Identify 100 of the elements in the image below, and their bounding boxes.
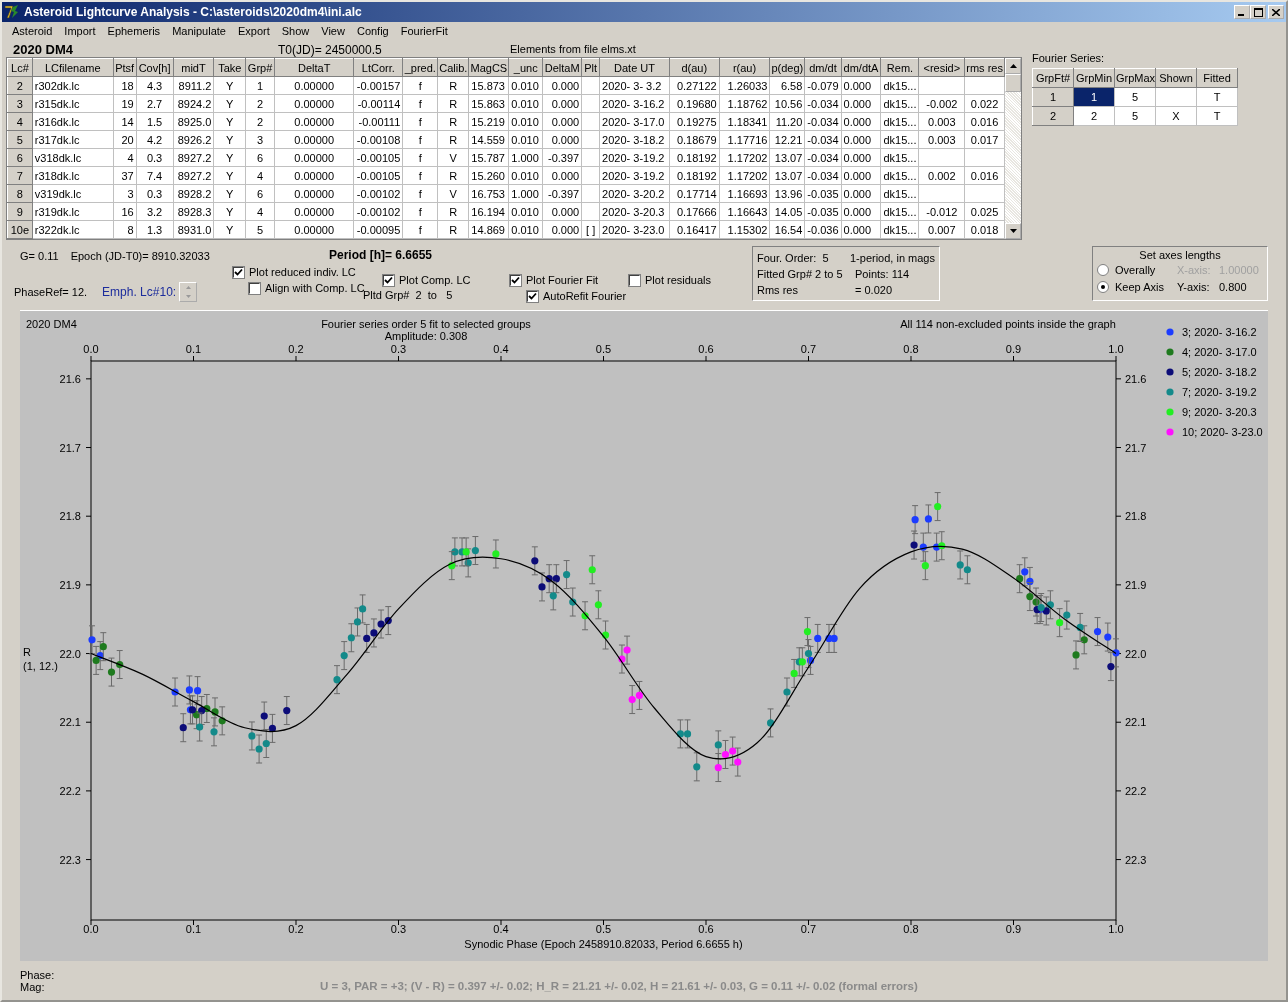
table-cell[interactable]: X xyxy=(1155,106,1197,126)
column-header[interactable]: MagCS xyxy=(468,58,509,77)
column-header[interactable]: GrpMax xyxy=(1114,68,1156,88)
scroll-thumb[interactable] xyxy=(1005,74,1021,92)
checkbox[interactable] xyxy=(629,274,640,286)
column-header[interactable]: rms res xyxy=(964,58,1005,77)
table-cell: 37 xyxy=(121,169,134,182)
checkbox[interactable] xyxy=(510,274,521,286)
table-cell: 3.2 xyxy=(146,205,163,218)
column-header[interactable]: GrpFt# xyxy=(1032,68,1074,88)
fit-info-text: = 0.020 xyxy=(855,284,892,296)
x-tick-label: 0.5 xyxy=(595,923,612,935)
table-cell: -0.00108 xyxy=(356,133,401,146)
table-cell: 0.010 xyxy=(511,133,539,146)
checkbox[interactable] xyxy=(383,274,394,286)
column-header[interactable]: GrpMin xyxy=(1073,68,1115,88)
table-cell: -0.034 xyxy=(807,133,839,146)
radio-button[interactable] xyxy=(1097,280,1109,293)
table-cell[interactable]: 5 xyxy=(1114,106,1156,126)
point xyxy=(1042,607,1050,615)
column-header[interactable]: dm/dtA xyxy=(841,58,881,77)
checkbox-label[interactable]: Plot residuals xyxy=(645,274,712,286)
table-cell: R xyxy=(449,97,458,110)
column-header[interactable]: r(au) xyxy=(719,58,770,77)
point xyxy=(268,724,277,732)
table-cell[interactable] xyxy=(1155,87,1197,107)
column-header[interactable]: Cov[h] xyxy=(136,58,173,77)
table-cell[interactable]: 2 xyxy=(1073,106,1115,126)
table-cell: 16.54 xyxy=(774,223,803,236)
column-header[interactable]: LtCorr. xyxy=(353,58,403,77)
data-point xyxy=(353,607,362,637)
table-cell: dk15... xyxy=(883,115,917,128)
menu-item[interactable]: Config xyxy=(350,25,395,37)
table-cell: 12.21 xyxy=(774,133,803,146)
vertical-scrollbar[interactable] xyxy=(1005,58,1021,239)
table-cell[interactable]: T xyxy=(1196,106,1238,126)
column-header[interactable]: Rem. xyxy=(880,58,919,77)
close-button[interactable] xyxy=(1268,5,1284,19)
column-header[interactable]: p(deg) xyxy=(769,58,805,77)
table-cell: 0.00000 xyxy=(294,133,335,146)
column-header[interactable]: midT xyxy=(173,58,214,77)
menu-item[interactable]: Ephemeris xyxy=(101,25,167,37)
checkbox-label[interactable]: Align with Comp. LC xyxy=(265,282,365,294)
column-header[interactable]: Take xyxy=(213,58,246,77)
table-cell[interactable]: 5 xyxy=(1114,87,1156,107)
column-header[interactable]: DeltaT xyxy=(274,58,354,77)
point xyxy=(803,627,812,636)
menu-item[interactable]: View xyxy=(315,25,351,37)
checkbox-label[interactable]: Plot Comp. LC xyxy=(399,274,471,286)
checkbox-label[interactable]: Plot Fourier Fit xyxy=(526,274,599,286)
column-header[interactable]: Fitted xyxy=(1196,68,1238,88)
table-cell: -0.079 xyxy=(807,79,839,92)
menu-item[interactable]: Show xyxy=(275,25,316,37)
plot-object-name: 2020 DM4 xyxy=(26,318,77,330)
column-header[interactable]: Calib. xyxy=(437,58,469,77)
column-header[interactable]: LCfilename xyxy=(32,58,114,77)
table-cell: V xyxy=(449,151,457,164)
mag-label: Mag: xyxy=(20,980,46,993)
column-header[interactable]: d(au) xyxy=(669,58,720,77)
menu-item[interactable]: Manipulate xyxy=(166,25,232,37)
x-tick-label: 1.0 xyxy=(1108,923,1124,935)
column-header[interactable]: _pred. xyxy=(402,58,438,77)
column-header[interactable]: Date UT xyxy=(599,58,670,77)
table-cell: 8911.2 xyxy=(178,79,212,92)
table-cell: 4 xyxy=(127,151,134,164)
t0-label: T0(JD)= 2450000.5 xyxy=(278,43,383,57)
table-cell: 7.4 xyxy=(146,169,163,182)
table-cell: 0.000 xyxy=(551,133,580,146)
checkbox-label[interactable]: AutoRefit Fourier xyxy=(543,290,627,302)
column-header[interactable]: Ptsf xyxy=(113,58,137,77)
x-tick-label: 0.7 xyxy=(800,923,817,935)
column-header[interactable]: Grp# xyxy=(245,58,275,77)
checkbox[interactable] xyxy=(233,266,244,278)
checkbox[interactable] xyxy=(249,282,260,294)
table-cell: 4 xyxy=(257,205,264,218)
menu-item[interactable]: Import xyxy=(58,25,102,37)
table-cell: f xyxy=(418,205,422,218)
checkbox-label[interactable]: Plot reduced indiv. LC xyxy=(249,266,356,278)
column-header[interactable]: DeltaM xyxy=(542,58,582,77)
column-header[interactable]: Lc# xyxy=(7,58,33,77)
table-cell: 1.16643 xyxy=(727,205,768,218)
menu-item[interactable]: Asteroid xyxy=(6,25,59,37)
maximize-button[interactable] xyxy=(1250,5,1266,19)
menu-item[interactable]: Export xyxy=(231,25,276,37)
y-tick-label: 22.2 xyxy=(1125,784,1147,797)
menu-item[interactable]: FourierFit xyxy=(394,25,454,37)
column-header[interactable]: _unc xyxy=(508,58,543,77)
table-cell: 2020- 3-20.3 xyxy=(602,205,665,218)
column-header[interactable]: Shown xyxy=(1155,68,1197,88)
checkbox[interactable] xyxy=(527,290,538,302)
x-axis-label: Synodic Phase (Epoch 2458910.82033, Period 6.6655 h) xyxy=(464,938,743,950)
column-header[interactable]: dm/dt xyxy=(804,58,842,77)
point xyxy=(1080,636,1088,644)
minimize-button[interactable] xyxy=(1234,5,1250,19)
radio-label[interactable]: Keep Axis xyxy=(1115,280,1177,293)
x-tick-label: 0.6 xyxy=(698,923,714,935)
y-tick-label: 21.8 xyxy=(59,510,81,523)
column-header[interactable]: <resid> xyxy=(919,58,965,77)
spin-button[interactable] xyxy=(179,282,198,302)
table-cell[interactable]: T xyxy=(1196,87,1238,107)
